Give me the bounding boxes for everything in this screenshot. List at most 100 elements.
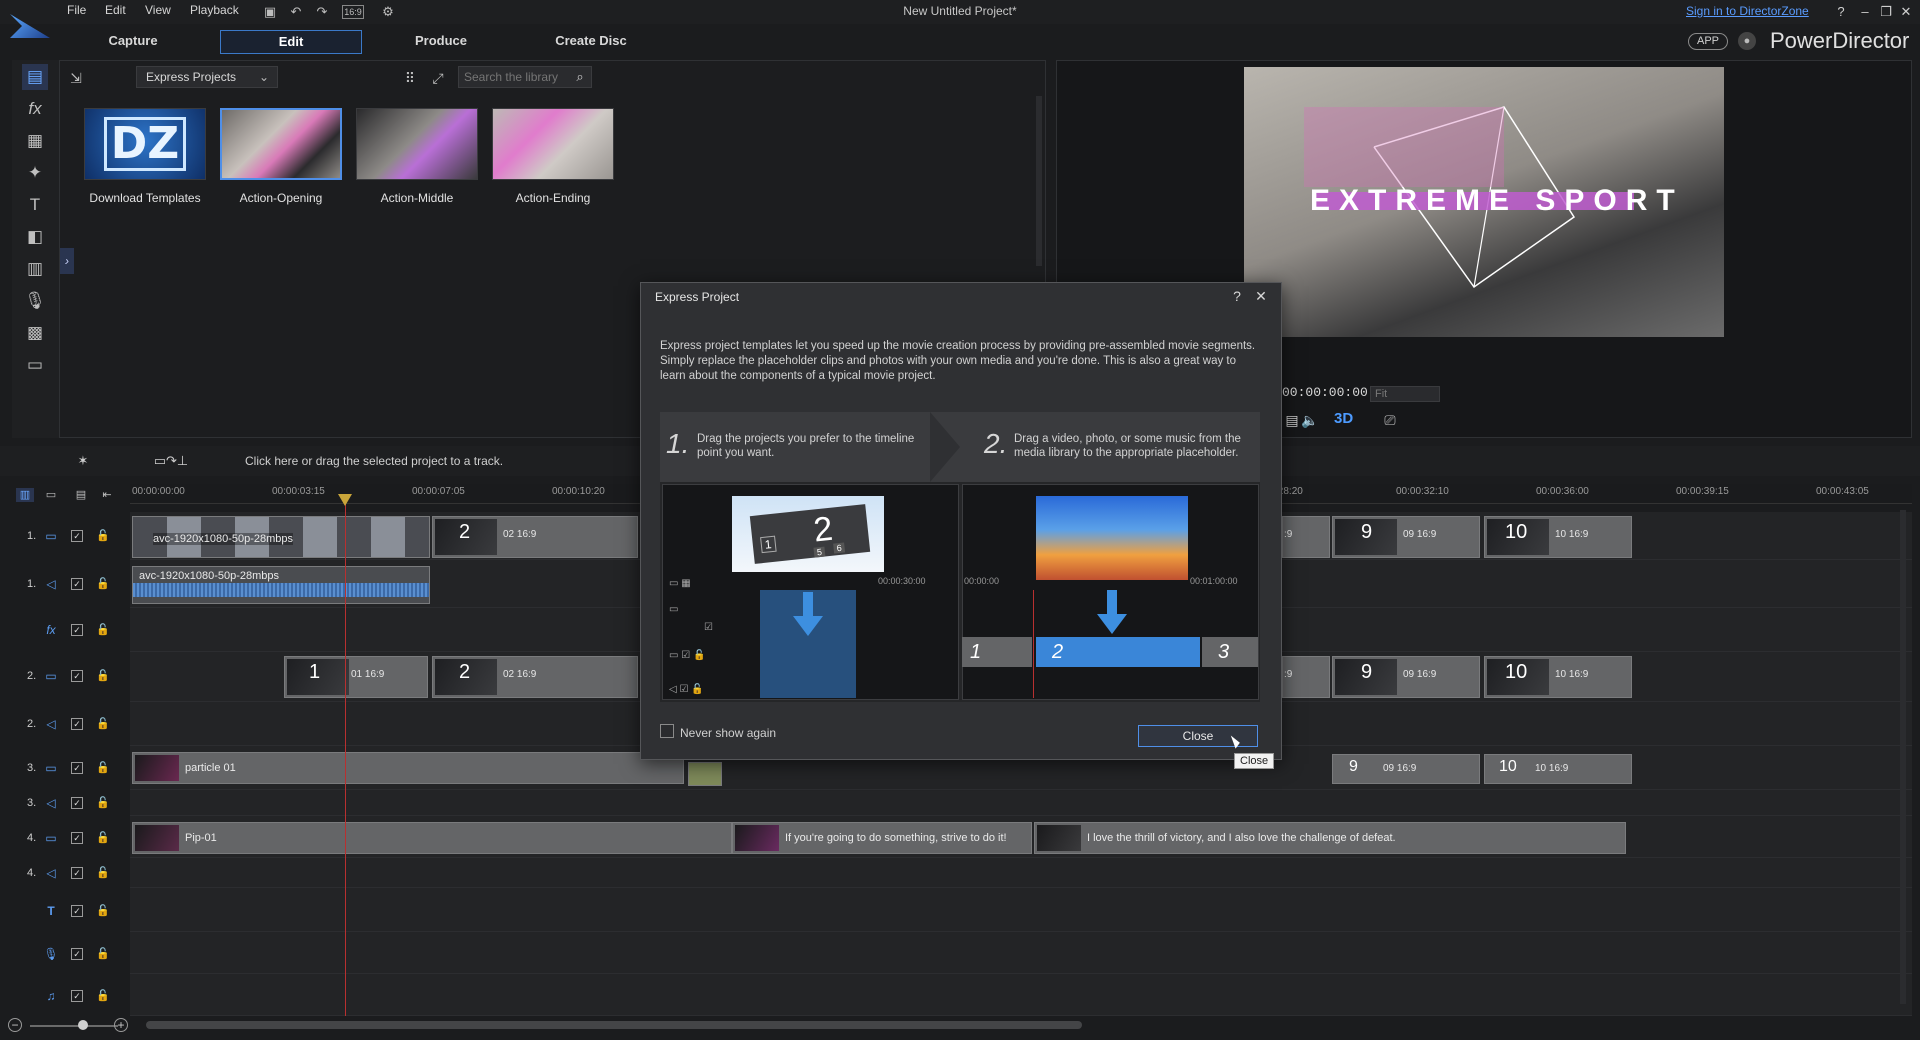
subtitle-room-icon[interactable]: ▭ xyxy=(22,352,48,378)
tab-capture[interactable]: Capture xyxy=(62,30,204,54)
import-media-icon[interactable]: ⇲ xyxy=(66,68,86,88)
placeholder-clip[interactable]: 9 09 16:9 xyxy=(1332,656,1480,698)
magic-tools-icon[interactable]: ✶ xyxy=(72,452,94,470)
close-window-icon[interactable]: ✕ xyxy=(1897,3,1915,21)
track-title[interactable] xyxy=(130,888,1912,932)
sign-in-link[interactable]: Sign in to DirectorZone xyxy=(1686,4,1809,18)
particle-room-icon[interactable]: ✦ xyxy=(22,160,48,186)
placeholder-clip[interactable]: 10 10 16:9 xyxy=(1484,656,1632,698)
app-button[interactable]: APP xyxy=(1688,33,1728,50)
notification-icon[interactable]: ● xyxy=(1738,32,1756,50)
library-category-dropdown[interactable]: Express Projects ⌄ xyxy=(136,66,278,88)
track-music[interactable] xyxy=(130,974,1912,1016)
placeholder-clip[interactable]: 1 01 16:9 xyxy=(284,656,428,698)
chapter-room-icon[interactable]: ▩ xyxy=(22,320,48,346)
placeholder-clip[interactable]: :9 xyxy=(1282,656,1330,698)
library-item-action-opening[interactable]: Action-Opening xyxy=(220,108,342,205)
grid-view-icon[interactable]: ⠿ xyxy=(400,68,420,88)
zoom-slider-handle[interactable] xyxy=(78,1020,88,1030)
never-show-checkbox[interactable] xyxy=(660,724,674,738)
pip-room-icon[interactable]: ▦ xyxy=(22,128,48,154)
expand-panel-chevron-icon[interactable]: › xyxy=(60,248,74,274)
media-room-icon[interactable]: ▤ xyxy=(22,64,48,90)
track-enable-checkbox[interactable]: ✓ xyxy=(71,530,83,542)
playhead[interactable] xyxy=(345,494,346,1016)
lock-icon[interactable]: 🔓 xyxy=(96,904,110,918)
preview-timecode[interactable]: 00:00:00:00 xyxy=(1282,385,1368,400)
pip-clip[interactable]: Pip-01 xyxy=(132,822,732,854)
track-enable-checkbox[interactable]: ✓ xyxy=(71,718,83,730)
placeholder-clip[interactable]: 2 02 16:9 xyxy=(432,656,638,698)
thumbnail-size-icon[interactable]: ⤢ xyxy=(428,68,448,88)
display-settings-icon[interactable]: ▤ xyxy=(1282,410,1302,430)
lock-icon[interactable]: 🔓 xyxy=(96,717,110,731)
library-item-download-templates[interactable]: DZ Download Templates xyxy=(84,108,206,205)
track-voice[interactable] xyxy=(130,932,1912,974)
lock-icon[interactable]: 🔓 xyxy=(96,669,110,683)
placeholder-clip[interactable]: :9 xyxy=(1282,516,1330,558)
lock-icon[interactable]: 🔓 xyxy=(96,529,110,543)
lock-icon[interactable]: 🔓 xyxy=(96,947,110,961)
timeline-horizontal-scrollbar[interactable] xyxy=(146,1021,1082,1029)
lock-icon[interactable]: 🔓 xyxy=(96,623,110,637)
title-clip[interactable]: I love the thrill of victory, and I also… xyxy=(1034,822,1626,854)
zoom-in-icon[interactable]: + xyxy=(114,1018,128,1032)
library-scrollbar[interactable] xyxy=(1036,96,1042,266)
placeholder-clip[interactable]: 9 09 16:9 xyxy=(1332,516,1480,558)
lock-icon[interactable]: 🔓 xyxy=(96,761,110,775)
search-icon[interactable]: ⌕ xyxy=(570,67,590,87)
transition-clip[interactable] xyxy=(688,762,722,786)
title-clip[interactable]: If you're going to do something, strive … xyxy=(732,822,1032,854)
fit-timeline-icon[interactable]: ⇤ xyxy=(98,488,116,502)
track-enable-checkbox[interactable]: ✓ xyxy=(71,670,83,682)
restore-icon[interactable]: ❐ xyxy=(1877,3,1895,21)
timeline-vertical-scrollbar[interactable] xyxy=(1900,510,1906,1004)
track-enable-checkbox[interactable]: ✓ xyxy=(71,797,83,809)
dialog-help-icon[interactable]: ? xyxy=(1228,287,1246,305)
track-enable-checkbox[interactable]: ✓ xyxy=(71,578,83,590)
zoom-fit-dropdown[interactable]: Fit xyxy=(1370,386,1440,402)
minimize-icon[interactable]: – xyxy=(1856,3,1874,21)
tab-produce[interactable]: Produce xyxy=(370,30,512,54)
track-enable-checkbox[interactable]: ✓ xyxy=(71,832,83,844)
title-room-icon[interactable]: T xyxy=(22,192,48,218)
library-item-action-ending[interactable]: Action-Ending xyxy=(492,108,614,205)
lock-icon[interactable]: 🔓 xyxy=(96,866,110,880)
timeline-view-icon[interactable]: ▥ xyxy=(16,488,34,502)
audio-clip[interactable]: avc-1920x1080-50p-28mbps xyxy=(132,566,430,604)
fx-room-icon[interactable]: fx xyxy=(22,96,48,122)
lock-icon[interactable]: 🔓 xyxy=(96,796,110,810)
track-enable-checkbox[interactable]: ✓ xyxy=(71,624,83,636)
track-enable-checkbox[interactable]: ✓ xyxy=(71,762,83,774)
lock-icon[interactable]: 🔓 xyxy=(96,577,110,591)
track-audio-3[interactable] xyxy=(130,790,1912,816)
storyboard-view-icon[interactable]: ▭ xyxy=(42,488,60,502)
lock-icon[interactable]: 🔓 xyxy=(96,989,110,1003)
placeholder-clip[interactable]: 2 02 16:9 xyxy=(432,516,638,558)
voice-over-icon[interactable]: 🎙 xyxy=(22,288,48,314)
tab-edit[interactable]: Edit xyxy=(220,30,362,54)
lock-icon[interactable]: 🔓 xyxy=(96,831,110,845)
zoom-slider[interactable] xyxy=(30,1025,118,1027)
help-icon[interactable]: ? xyxy=(1832,3,1850,21)
track-enable-checkbox[interactable]: ✓ xyxy=(71,867,83,879)
placeholder-clip[interactable]: 10 10 16:9 xyxy=(1484,516,1632,558)
track-audio-4[interactable] xyxy=(130,858,1912,888)
track-enable-checkbox[interactable]: ✓ xyxy=(71,948,83,960)
volume-icon[interactable]: 🔈 xyxy=(1300,410,1320,430)
transition-room-icon[interactable]: ◧ xyxy=(22,224,48,250)
3d-mode-button[interactable]: 3D xyxy=(1334,410,1353,427)
track-enable-checkbox[interactable]: ✓ xyxy=(71,990,83,1002)
tab-create-disc[interactable]: Create Disc xyxy=(520,30,662,54)
library-item-action-middle[interactable]: Action-Middle xyxy=(356,108,478,205)
snapshot-icon[interactable]: ⎚ xyxy=(1380,410,1400,430)
zoom-out-icon[interactable]: − xyxy=(8,1018,22,1032)
particle-clip[interactable]: particle 01 xyxy=(132,752,684,784)
dialog-close-icon[interactable]: ✕ xyxy=(1252,287,1270,305)
track-manager-icon[interactable]: ▤ xyxy=(72,488,90,502)
track-tools-icon[interactable]: ▭↷⊥ xyxy=(144,452,198,470)
audio-mixing-icon[interactable]: ▥ xyxy=(22,256,48,282)
placeholder-clip[interactable]: 10 10 16:9 xyxy=(1484,754,1632,784)
placeholder-clip[interactable]: 9 09 16:9 xyxy=(1332,754,1480,784)
track-enable-checkbox[interactable]: ✓ xyxy=(71,905,83,917)
